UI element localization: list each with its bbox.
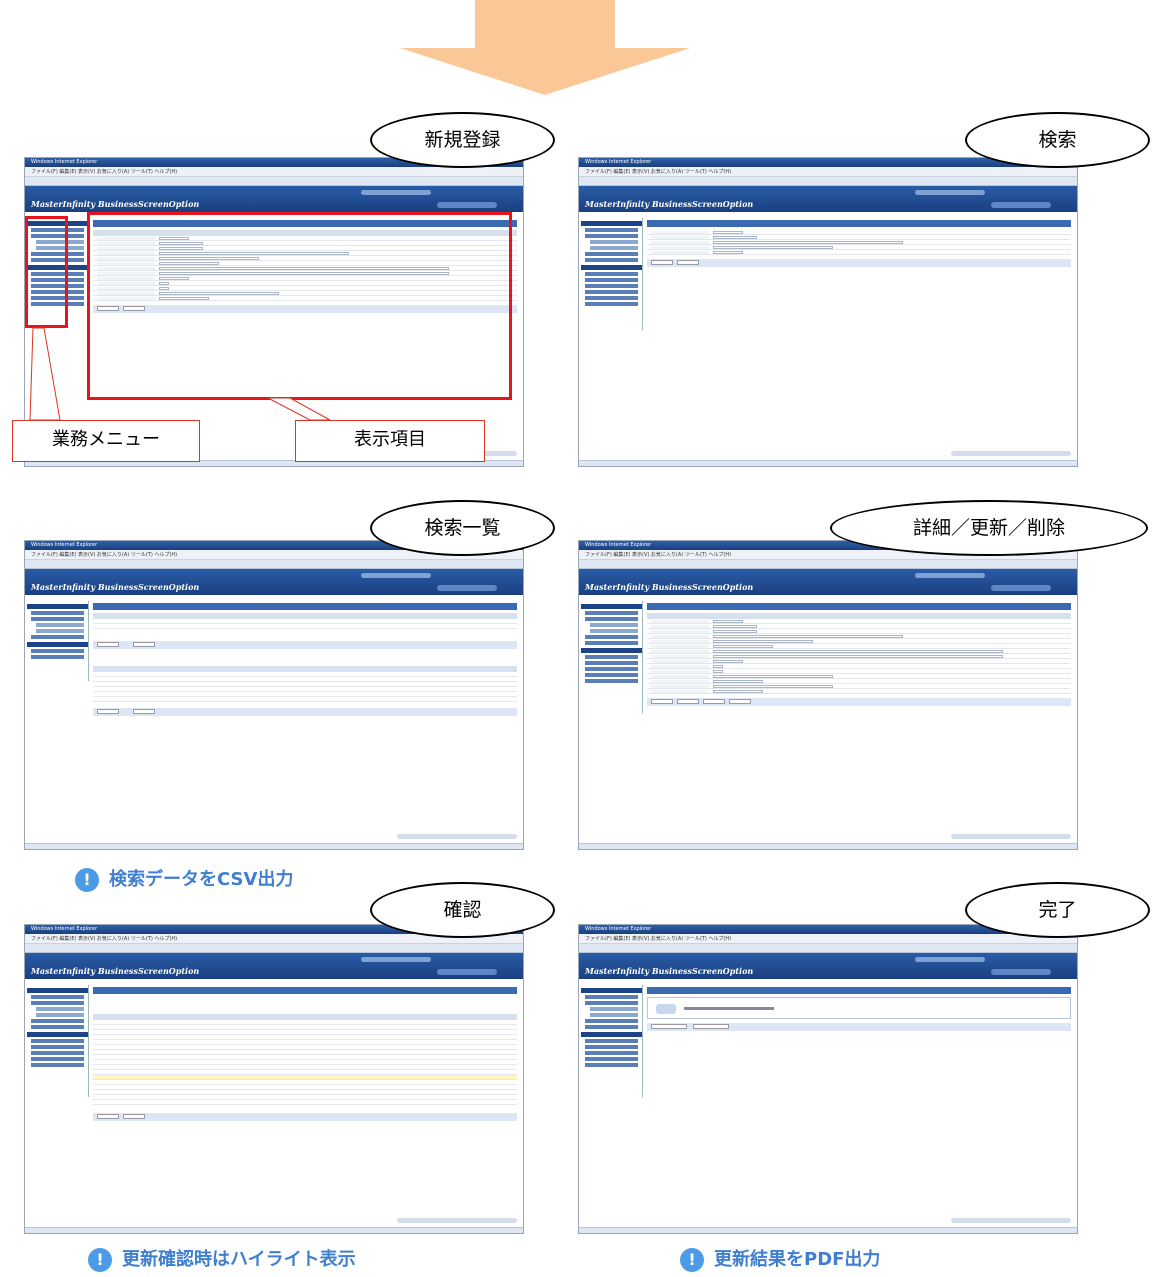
- app-header: MasterInfinity BusinessScreenOption: [25, 569, 523, 595]
- status-bar: [25, 1227, 523, 1233]
- bubble-confirm: 確認: [370, 882, 555, 938]
- browser-menu: ファイル(F) 編集(E) 表示(V) お気に入り(A) ツール(T) ヘルプ(…: [579, 934, 1077, 944]
- app-logo: MasterInfinity BusinessScreenOption: [31, 199, 200, 209]
- address-bar[interactable]: [579, 177, 1077, 192]
- app-header: MasterInfinity BusinessScreenOption: [25, 186, 523, 212]
- note-pdf: ! 更新結果をPDF出力: [680, 1248, 880, 1272]
- app-logo: MasterInfinity BusinessScreenOption: [31, 966, 200, 976]
- app-logo: MasterInfinity BusinessScreenOption: [585, 199, 754, 209]
- detail-form: [647, 603, 1071, 706]
- bubble-complete: 完了: [965, 882, 1150, 938]
- items-highlight-box: [87, 212, 512, 400]
- note-csv: ! 検索データをCSV出力: [75, 868, 293, 892]
- menu-highlight-box: [25, 216, 68, 328]
- address-bar[interactable]: [25, 944, 523, 959]
- search-form: [647, 220, 1071, 267]
- page: Windows Internet Explorer ファイル(F) 編集(E) …: [0, 0, 1154, 1277]
- note-highlight-text: 更新確認時はハイライト表示: [122, 1249, 356, 1270]
- note-highlight: ! 更新確認時はハイライト表示: [88, 1248, 356, 1272]
- app-logo: MasterInfinity BusinessScreenOption: [31, 582, 200, 592]
- business-menu: [581, 985, 643, 1097]
- app-header: MasterInfinity BusinessScreenOption: [579, 953, 1077, 979]
- app-header: MasterInfinity BusinessScreenOption: [579, 186, 1077, 212]
- down-arrow-icon: [400, 0, 690, 95]
- bubble-new: 新規登録: [370, 112, 555, 168]
- address-bar[interactable]: [579, 944, 1077, 959]
- status-bar: [579, 1227, 1077, 1233]
- status-bar: [25, 843, 523, 849]
- app-logo: MasterInfinity BusinessScreenOption: [585, 966, 754, 976]
- browser-menu: ファイル(F) 編集(E) 表示(V) お気に入り(A) ツール(T) ヘルプ(…: [25, 167, 523, 177]
- complete-message: [647, 987, 1071, 1031]
- browser-menu: ファイル(F) 編集(E) 表示(V) お気に入り(A) ツール(T) ヘルプ(…: [579, 167, 1077, 177]
- app-header: MasterInfinity BusinessScreenOption: [579, 569, 1077, 595]
- screenshot-confirm: Windows Internet Explorer ファイル(F) 編集(E) …: [24, 924, 524, 1234]
- app-logo: MasterInfinity BusinessScreenOption: [585, 582, 754, 592]
- business-menu: [27, 601, 89, 681]
- confirm-table: [93, 987, 517, 1121]
- address-bar[interactable]: [579, 560, 1077, 575]
- address-bar[interactable]: [25, 560, 523, 575]
- address-bar[interactable]: [25, 177, 523, 192]
- app-header: MasterInfinity BusinessScreenOption: [25, 953, 523, 979]
- status-bar: [579, 843, 1077, 849]
- status-bar: [579, 460, 1077, 466]
- exclamation-circle-icon: !: [680, 1248, 704, 1272]
- exclamation-circle-icon: !: [88, 1248, 112, 1272]
- exclamation-circle-icon: !: [75, 868, 99, 892]
- screenshot-search-list: Windows Internet Explorer ファイル(F) 編集(E) …: [24, 540, 524, 850]
- screenshot-complete: Windows Internet Explorer ファイル(F) 編集(E) …: [578, 924, 1078, 1234]
- menu-callout: 業務メニュー: [12, 420, 200, 462]
- items-callout: 表示項目: [295, 420, 485, 462]
- bubble-detail: 詳細／更新／削除: [830, 500, 1148, 556]
- screenshot-search: Windows Internet Explorer ファイル(F) 編集(E) …: [578, 157, 1078, 467]
- bubble-list: 検索一覧: [370, 500, 555, 556]
- business-menu: [581, 601, 643, 713]
- bubble-search: 検索: [965, 112, 1150, 168]
- result-list: [93, 603, 517, 716]
- note-pdf-text: 更新結果をPDF出力: [714, 1249, 881, 1270]
- note-csv-text: 検索データをCSV出力: [109, 869, 294, 890]
- business-menu: [581, 218, 643, 330]
- screenshot-detail: Windows Internet Explorer ファイル(F) 編集(E) …: [578, 540, 1078, 850]
- business-menu: [27, 985, 89, 1097]
